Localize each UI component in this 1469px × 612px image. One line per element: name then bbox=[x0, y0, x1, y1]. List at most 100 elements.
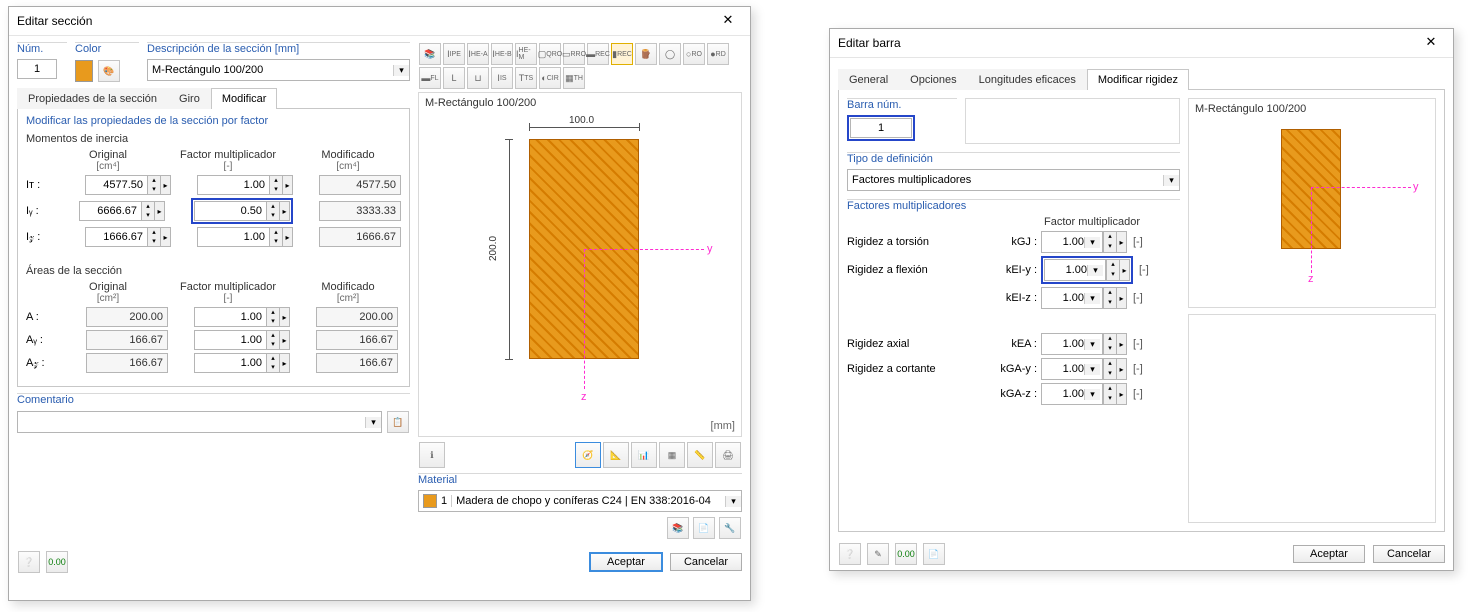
spinner-slider-icon[interactable]: ▸ bbox=[283, 175, 293, 195]
spinner-buttons[interactable]: ▴▾ bbox=[269, 227, 283, 247]
spinner-buttons[interactable]: ▴▾ bbox=[147, 175, 161, 195]
definition-type-select[interactable]: Factores multiplicadores bbox=[848, 174, 1163, 186]
tab-options[interactable]: Opciones bbox=[899, 69, 967, 90]
rec2-icon[interactable]: ▮REC bbox=[611, 43, 633, 65]
qro-icon[interactable]: ▢QRO bbox=[539, 43, 561, 65]
th-icon[interactable]: ▦TH bbox=[563, 67, 585, 89]
edit-icon[interactable]: ✎ bbox=[867, 543, 889, 565]
rd-icon[interactable]: ●RD bbox=[707, 43, 729, 65]
color-swatch[interactable] bbox=[75, 60, 93, 82]
rec-icon[interactable]: ▬REC bbox=[587, 43, 609, 65]
timber-icon[interactable]: 🪵 bbox=[635, 43, 657, 65]
view-grid-button[interactable]: ▦ bbox=[659, 442, 685, 468]
hea-icon[interactable]: IHE-A bbox=[467, 43, 489, 65]
view-axis-button[interactable]: 🧭 bbox=[575, 442, 601, 468]
inertia-factor[interactable]: ▴▾ ▸ bbox=[194, 201, 290, 221]
ro-icon[interactable]: ○RO bbox=[683, 43, 705, 65]
tab-effective-lengths[interactable]: Longitudes eficaces bbox=[968, 69, 1087, 90]
tab-general[interactable]: General bbox=[838, 69, 899, 90]
spinner-buttons[interactable]: ▴▾ bbox=[147, 227, 161, 247]
stiffness-factor-input[interactable]: 1.00▾ ▴▾ ▸ bbox=[1041, 231, 1127, 253]
comment-library-button[interactable]: 📋 bbox=[387, 411, 409, 433]
help-icon[interactable]: ❔ bbox=[839, 543, 861, 565]
spinner-buttons[interactable]: ▴▾ bbox=[269, 175, 283, 195]
print-preview-button[interactable]: 🖨 bbox=[715, 442, 741, 468]
tab-properties[interactable]: Propiedades de la sección bbox=[17, 88, 168, 109]
spinner-buttons[interactable]: ▴▾ bbox=[266, 330, 280, 350]
inertia-original[interactable]: ▴▾ ▸ bbox=[79, 201, 165, 221]
stiffness-factor-input[interactable]: 1.00▾ ▴▾ ▸ bbox=[1044, 259, 1130, 281]
material-edit-button[interactable]: 🔧 bbox=[719, 517, 741, 539]
stiffness-factor-input[interactable]: 1.00▾ ▴▾ ▸ bbox=[1041, 383, 1127, 405]
tab-rotation[interactable]: Giro bbox=[168, 88, 211, 109]
stiffness-factor-input[interactable]: 1.00▾ ▴▾ ▸ bbox=[1041, 333, 1127, 355]
spinner-slider-icon[interactable]: ▸ bbox=[280, 307, 290, 327]
inertia-original[interactable]: ▴▾ ▸ bbox=[85, 175, 171, 195]
spinner-slider-icon[interactable]: ▸ bbox=[280, 201, 290, 221]
comment-input[interactable] bbox=[18, 413, 365, 431]
material-new-button[interactable]: 📄 bbox=[693, 517, 715, 539]
material-library-button[interactable]: 📚 bbox=[667, 517, 689, 539]
spinner-buttons[interactable]: ▴▾ bbox=[266, 353, 280, 373]
chevron-down-icon[interactable]: ▾ bbox=[1084, 364, 1100, 375]
units-button[interactable]: 0.00 bbox=[46, 551, 68, 573]
ipe-icon[interactable]: IIPE bbox=[443, 43, 465, 65]
close-icon[interactable]: ✕ bbox=[1417, 33, 1445, 53]
area-factor[interactable]: ▴▾ ▸ bbox=[194, 353, 290, 373]
spinner-slider-icon[interactable]: ▸ bbox=[161, 175, 171, 195]
area-factor[interactable]: ▴▾ ▸ bbox=[194, 307, 290, 327]
chevron-down-icon[interactable]: ▾ bbox=[1163, 175, 1179, 186]
u-icon[interactable]: ⊔ bbox=[467, 67, 489, 89]
chevron-down-icon[interactable]: ▾ bbox=[1087, 265, 1103, 276]
l-icon[interactable]: L bbox=[443, 67, 465, 89]
cir-icon[interactable]: ◐CIR bbox=[539, 67, 561, 89]
chevron-down-icon[interactable]: ▾ bbox=[1084, 293, 1100, 304]
stiffness-factor-input[interactable]: 1.00▾ ▴▾ ▸ bbox=[1041, 358, 1127, 380]
cancel-button[interactable]: Cancelar bbox=[670, 553, 742, 571]
close-icon[interactable]: ✕ bbox=[714, 11, 742, 31]
is-icon[interactable]: IIS bbox=[491, 67, 513, 89]
inertia-original[interactable]: ▴▾ ▸ bbox=[85, 227, 171, 247]
area-factor[interactable]: ▴▾ ▸ bbox=[194, 330, 290, 350]
chevron-down-icon[interactable]: ▾ bbox=[393, 65, 409, 76]
cancel-button[interactable]: Cancelar bbox=[1373, 545, 1445, 563]
fl-icon[interactable]: ▬FL bbox=[419, 67, 441, 89]
heb-icon[interactable]: IHE-B bbox=[491, 43, 513, 65]
pipe-icon[interactable]: ◯ bbox=[659, 43, 681, 65]
chevron-down-icon[interactable]: ▾ bbox=[1084, 339, 1100, 350]
info-icon[interactable]: ℹ bbox=[419, 442, 445, 468]
view-dim-button[interactable]: 📏 bbox=[687, 442, 713, 468]
chevron-down-icon[interactable]: ▾ bbox=[725, 496, 741, 507]
view-values-button[interactable]: 📐 bbox=[603, 442, 629, 468]
spinner-slider-icon[interactable]: ▸ bbox=[280, 353, 290, 373]
chevron-down-icon[interactable]: ▾ bbox=[1084, 237, 1100, 248]
accept-button[interactable]: Aceptar bbox=[590, 553, 662, 571]
spinner-buttons[interactable]: ▴▾ bbox=[266, 201, 280, 221]
bar-number-input[interactable] bbox=[850, 118, 912, 138]
accept-button[interactable]: Aceptar bbox=[1293, 545, 1365, 563]
section-description-input[interactable] bbox=[148, 61, 393, 79]
chevron-down-icon[interactable]: ▾ bbox=[1084, 389, 1100, 400]
inertia-factor[interactable]: ▴▾ ▸ bbox=[197, 175, 293, 195]
spinner-slider-icon[interactable]: ▸ bbox=[155, 201, 165, 221]
spinner-slider-icon[interactable]: ▸ bbox=[161, 227, 171, 247]
spinner-buttons[interactable]: ▴▾ bbox=[266, 307, 280, 327]
chevron-down-icon[interactable]: ▾ bbox=[365, 417, 381, 428]
spinner-slider-icon[interactable]: ▸ bbox=[283, 227, 293, 247]
stiffness-factor-input[interactable]: 1.00▾ ▴▾ ▸ bbox=[1041, 287, 1127, 309]
spinner-slider-icon[interactable]: ▸ bbox=[280, 330, 290, 350]
view-stress-button[interactable]: 📊 bbox=[631, 442, 657, 468]
inertia-factor[interactable]: ▴▾ ▸ bbox=[197, 227, 293, 247]
tab-modify-stiffness[interactable]: Modificar rigidez bbox=[1087, 69, 1189, 90]
tab-modify[interactable]: Modificar bbox=[211, 88, 278, 109]
units-button[interactable]: 0.00 bbox=[895, 543, 917, 565]
help-icon[interactable]: ❔ bbox=[18, 551, 40, 573]
spinner-buttons[interactable]: ▴▾ bbox=[141, 201, 155, 221]
library-icon[interactable]: 📚 bbox=[419, 43, 441, 65]
report-icon[interactable]: 📄 bbox=[923, 543, 945, 565]
hem-icon[interactable]: IHE-M bbox=[515, 43, 537, 65]
ts-icon[interactable]: TTS bbox=[515, 67, 537, 89]
section-number-input[interactable] bbox=[17, 59, 57, 79]
rro-icon[interactable]: ▭RRO bbox=[563, 43, 585, 65]
color-picker-button[interactable]: 🎨 bbox=[98, 60, 120, 82]
